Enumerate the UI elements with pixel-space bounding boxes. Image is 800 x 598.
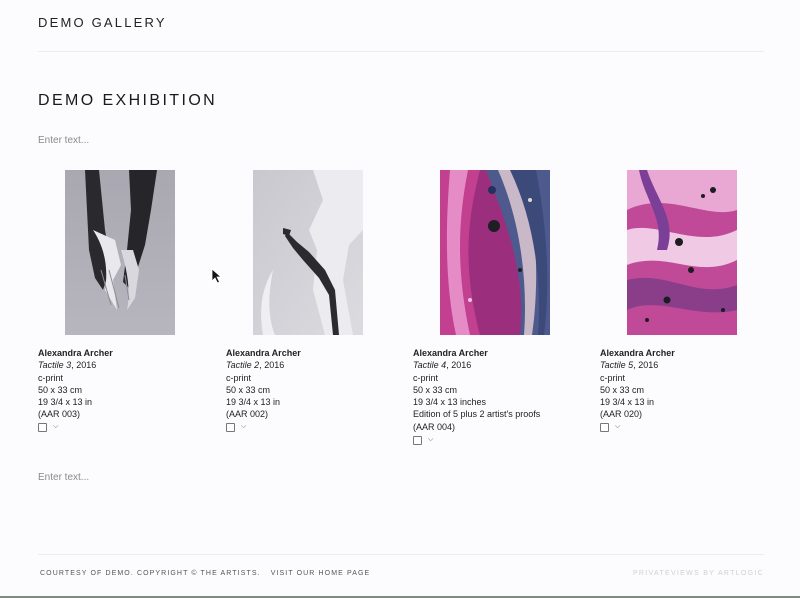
artist-name: Alexandra Archer	[413, 348, 488, 358]
artwork-year: , 2016	[633, 360, 659, 371]
select-checkbox[interactable]	[413, 435, 422, 445]
artwork-image[interactable]	[627, 170, 737, 335]
artwork-image[interactable]	[253, 170, 363, 335]
mouse-pointer-icon	[211, 268, 223, 284]
artwork-dimensions-in: 19 3/4 x 13 in	[226, 397, 281, 408]
pink-marble-photo-icon	[440, 170, 550, 335]
artwork-card: Alexandra Archer Tactile 4, 2016 c-print…	[413, 170, 583, 445]
artwork-dimensions-in: 19 3/4 x 13 in	[38, 397, 93, 408]
copyright-text: COURTESY OF DEMO. COPYRIGHT © THE ARTIST…	[40, 570, 261, 577]
artwork-year: , 2016	[259, 360, 285, 371]
artwork-medium: c-print	[38, 372, 64, 383]
outro-text-field[interactable]: Enter text...	[38, 472, 89, 483]
gallery-title[interactable]: DEMO GALLERY	[38, 15, 167, 30]
artwork-medium: c-print	[413, 372, 439, 383]
artwork-ref: (AAR 002)	[226, 409, 269, 420]
artwork-title: Tactile 2	[226, 360, 260, 371]
chevron-down-icon[interactable]: ⌵	[615, 423, 620, 430]
hands-photo-icon	[65, 170, 175, 335]
header-divider	[38, 51, 764, 52]
artwork-year: , 2016	[71, 360, 97, 371]
intro-text-field[interactable]: Enter text...	[38, 135, 89, 146]
artist-name: Alexandra Archer	[600, 348, 675, 358]
artist-name: Alexandra Archer	[226, 348, 301, 358]
artwork-medium: c-print	[600, 372, 626, 383]
artwork-ref: (AAR 004)	[413, 421, 456, 432]
artwork-card: Alexandra Archer Tactile 5, 2016 c-print…	[600, 170, 770, 433]
footer-divider	[38, 554, 764, 555]
select-checkbox[interactable]	[600, 423, 609, 433]
footer-credits: COURTESY OF DEMO. COPYRIGHT © THE ARTIST…	[40, 570, 370, 577]
select-checkbox[interactable]	[38, 423, 47, 433]
artwork-dimensions-cm: 50 x 33 cm	[38, 384, 83, 395]
artwork-card: Alexandra Archer Tactile 3, 2016 c-print…	[38, 170, 208, 433]
select-checkbox[interactable]	[226, 423, 235, 433]
artwork-title: Tactile 3	[38, 360, 72, 371]
artwork-ref: (AAR 020)	[600, 409, 643, 420]
exhibition-title: DEMO EXHIBITION	[38, 92, 218, 109]
artwork-edition: Edition of 5 plus 2 artist's proofs	[413, 409, 541, 420]
artwork-medium: c-print	[226, 372, 252, 383]
artwork-image[interactable]	[65, 170, 175, 335]
artwork-ref: (AAR 003)	[38, 409, 81, 420]
artwork-title: Tactile 5	[600, 360, 634, 371]
powered-by-text[interactable]: PRIVATEVIEWS BY ARTLOGIC	[633, 570, 764, 577]
artwork-dimensions-cm: 50 x 33 cm	[226, 384, 271, 395]
fabric-arm-photo-icon	[253, 170, 363, 335]
artwork-title: Tactile 4	[413, 360, 447, 371]
artwork-dimensions-cm: 50 x 33 cm	[413, 384, 458, 395]
artwork-dimensions-in: 19 3/4 x 13 in	[600, 397, 655, 408]
chevron-down-icon[interactable]: ⌵	[428, 436, 433, 443]
chevron-down-icon[interactable]: ⌵	[53, 423, 58, 430]
artwork-year: , 2016	[446, 360, 472, 371]
artwork-dimensions-in: 19 3/4 x 13 inches	[413, 397, 487, 408]
artwork-image[interactable]	[440, 170, 550, 335]
home-page-link[interactable]: VISIT OUR HOME PAGE	[271, 570, 371, 577]
artist-name: Alexandra Archer	[38, 348, 113, 358]
chevron-down-icon[interactable]: ⌵	[241, 423, 246, 430]
artwork-dimensions-cm: 50 x 33 cm	[600, 384, 645, 395]
pink-bubbles-photo-icon	[627, 170, 737, 335]
artwork-card: Alexandra Archer Tactile 2, 2016 c-print…	[226, 170, 396, 433]
